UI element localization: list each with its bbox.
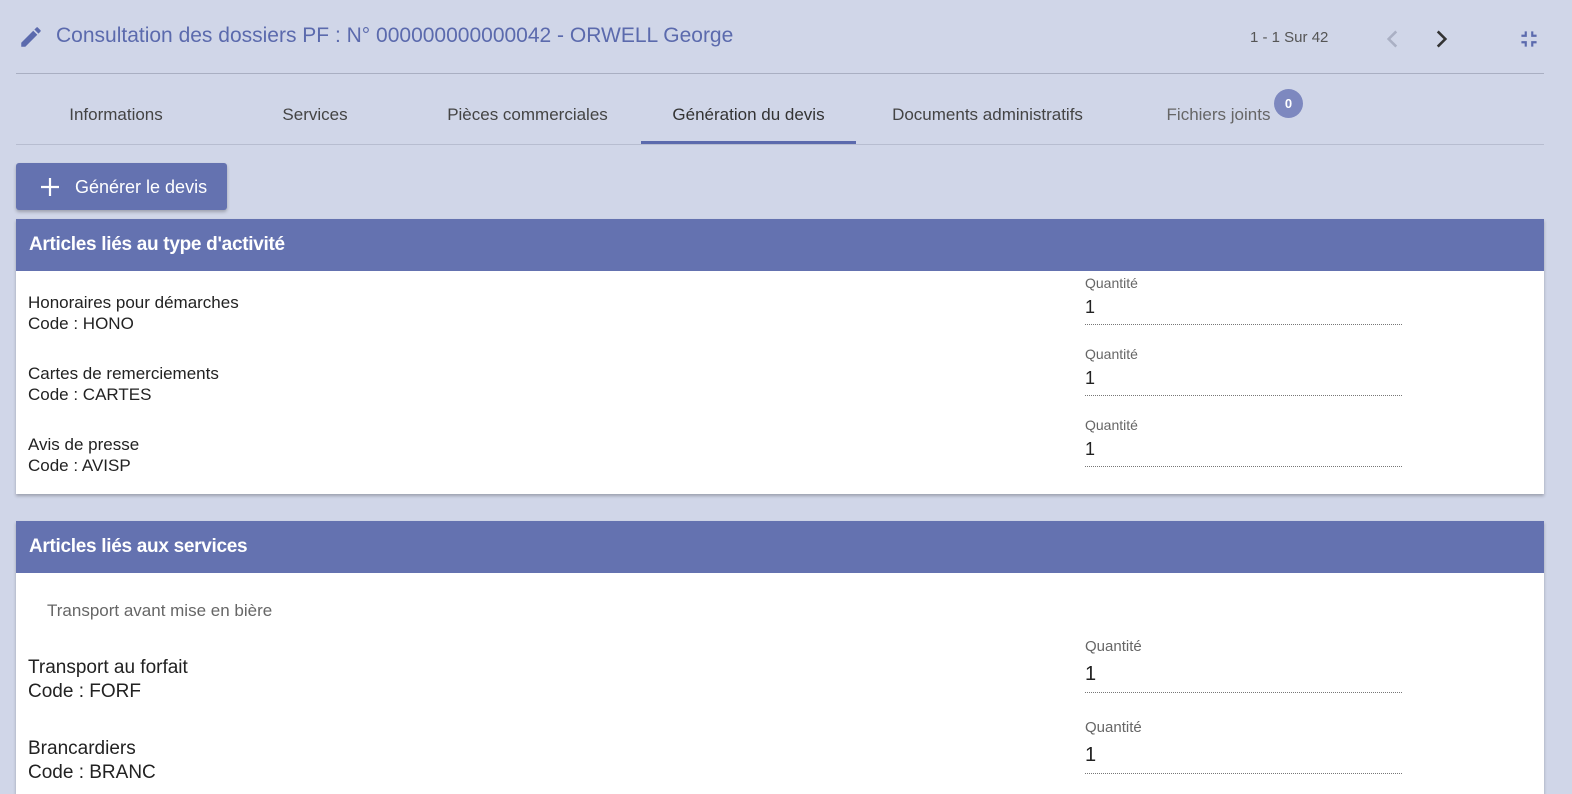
page-header: Consultation des dossiers PF : N° 000000… xyxy=(16,0,1544,74)
list-item: Cartes de remerciements Code : CARTES xyxy=(28,363,219,405)
article-name: Brancardiers xyxy=(28,738,136,759)
quantity-field[interactable]: Quantité 1 xyxy=(1085,417,1402,467)
tab-pieces-commerciales[interactable]: Pièces commerciales xyxy=(414,74,641,144)
service-group-title: Transport avant mise en bière xyxy=(47,601,273,620)
article-code: Code : BRANC xyxy=(28,762,156,783)
quantity-value: 1 xyxy=(1085,439,1096,459)
article-name: Transport au forfait xyxy=(28,657,188,678)
chevron-left-icon[interactable] xyxy=(1380,26,1406,52)
quantity-value: 1 xyxy=(1085,368,1096,388)
generate-quote-button[interactable]: Générer le devis xyxy=(16,163,227,210)
page-title: Consultation des dossiers PF : N° 000000… xyxy=(56,24,734,47)
chevron-right-icon[interactable] xyxy=(1428,26,1454,52)
activity-panel-title: Articles liés au type d'activité xyxy=(16,219,1544,271)
fullscreen-exit-icon[interactable] xyxy=(1516,26,1542,52)
plus-icon xyxy=(41,178,59,196)
services-articles-panel: Articles liés aux services Transport ava… xyxy=(16,521,1544,794)
quantity-field[interactable]: Quantité 1 xyxy=(1085,275,1402,325)
activity-articles-panel: Articles liés au type d'activité Honorai… xyxy=(16,219,1544,494)
quantity-field[interactable]: Quantité 1 xyxy=(1085,638,1402,693)
attachments-count-badge: 0 xyxy=(1274,89,1303,118)
pager-text: 1 - 1 Sur 42 xyxy=(1250,29,1329,46)
tab-generation-devis[interactable]: Génération du devis xyxy=(641,74,856,144)
list-item: Transport au forfait Code : FORF xyxy=(28,656,188,704)
quantity-field[interactable]: Quantité 1 xyxy=(1085,719,1402,774)
list-item: Honoraires pour démarches Code : HONO xyxy=(28,292,239,334)
quantity-field[interactable]: Quantité 1 xyxy=(1085,346,1402,396)
tab-informations[interactable]: Informations xyxy=(16,74,216,144)
article-code: Code : CARTES xyxy=(28,385,152,404)
quantity-value: 1 xyxy=(1085,663,1097,685)
tab-services[interactable]: Services xyxy=(216,74,414,144)
tab-documents-administratifs[interactable]: Documents administratifs xyxy=(856,74,1119,144)
tab-fichiers-joints[interactable]: Fichiers joints xyxy=(1156,74,1281,144)
quantity-label: Quantité xyxy=(1085,275,1138,291)
article-name: Honoraires pour démarches xyxy=(28,293,239,312)
article-code: Code : FORF xyxy=(28,681,141,702)
quantity-value: 1 xyxy=(1085,297,1096,317)
quantity-label: Quantité xyxy=(1085,719,1142,736)
pencil-icon[interactable] xyxy=(18,24,44,50)
tab-bar: Informations Services Pièces commerciale… xyxy=(16,74,1544,145)
quantity-value: 1 xyxy=(1085,744,1097,766)
quantity-label: Quantité xyxy=(1085,346,1138,362)
article-code: Code : AVISP xyxy=(28,456,131,475)
quantity-label: Quantité xyxy=(1085,417,1138,433)
article-name: Avis de presse xyxy=(28,435,140,454)
generate-quote-label: Générer le devis xyxy=(75,177,208,197)
list-item: Brancardiers Code : BRANC xyxy=(28,737,156,785)
article-name: Cartes de remerciements xyxy=(28,364,219,383)
list-item: Avis de presse Code : AVISP xyxy=(28,434,139,476)
article-code: Code : HONO xyxy=(28,314,134,333)
quantity-label: Quantité xyxy=(1085,638,1142,655)
services-panel-title: Articles liés aux services xyxy=(16,521,1544,573)
